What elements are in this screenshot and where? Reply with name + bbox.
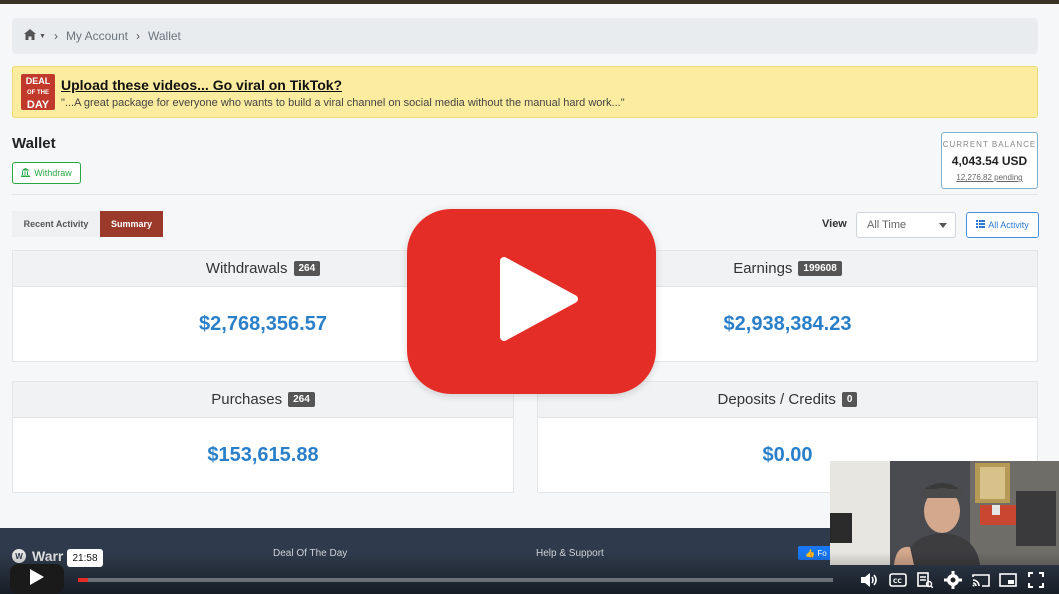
view-label: View — [822, 218, 847, 230]
chevron-right-icon: › — [135, 29, 140, 43]
miniplayer-icon[interactable] — [997, 569, 1019, 591]
card-title: Withdrawals — [205, 260, 288, 277]
video-duration-label: 21:58 — [67, 549, 103, 567]
play-icon — [484, 251, 580, 352]
deal-banner: DEAL OF THE DAY Upload these videos... G… — [12, 66, 1038, 118]
transcript-icon[interactable] — [914, 569, 936, 591]
count-badge: 264 — [293, 261, 321, 276]
webcam-person-image — [830, 461, 1059, 565]
breadcrumb-my-account[interactable]: My Account — [66, 29, 128, 43]
all-activity-label: All Activity — [988, 220, 1029, 230]
captions-icon[interactable]: CC — [887, 569, 909, 591]
count-badge: 264 — [288, 392, 315, 407]
progress-bar[interactable] — [78, 578, 833, 582]
play-icon — [30, 568, 44, 590]
deal-of-the-day-logo: DEAL OF THE DAY — [21, 74, 55, 111]
count-badge: 199608 — [798, 261, 842, 276]
card-value: $153,615.88 — [207, 443, 319, 466]
balance-pending-link[interactable]: 12,276.82 pending — [942, 173, 1037, 182]
fullscreen-icon[interactable] — [1025, 569, 1047, 591]
youtube-play-button[interactable] — [407, 209, 656, 394]
withdraw-label: Withdraw — [34, 168, 72, 178]
card-title: Purchases — [211, 391, 283, 408]
page-title: Wallet — [12, 135, 56, 152]
video-frame[interactable]: ▼ › My Account › Wallet DEAL OF THE DAY … — [0, 0, 1059, 594]
chevron-down-icon — [939, 219, 947, 231]
tab-summary[interactable]: Summary — [100, 211, 163, 237]
view-select-value: All Time — [867, 219, 907, 231]
webcam-overlay — [830, 461, 1059, 565]
cast-icon[interactable] — [970, 569, 992, 591]
card-title: Deposits / Credits — [717, 391, 836, 408]
player-play-button[interactable] — [10, 564, 64, 594]
withdraw-button[interactable]: Withdraw — [12, 162, 81, 184]
home-icon[interactable] — [24, 29, 36, 43]
player-control-icons: CC — [853, 566, 1053, 594]
card-title: Earnings — [733, 260, 793, 277]
count-badge: 0 — [841, 392, 858, 407]
all-activity-button[interactable]: All Activity — [966, 212, 1039, 238]
deal-logo-line: DEAL — [25, 76, 51, 86]
deal-logo-line: OF THE — [27, 90, 49, 96]
view-select[interactable]: All Time — [856, 212, 956, 238]
tab-recent-activity[interactable]: Recent Activity — [12, 211, 100, 237]
deal-description: "...A great package for everyone who wan… — [61, 97, 625, 109]
list-icon — [976, 220, 986, 230]
deal-title-link[interactable]: Upload these videos... Go viral on TikTo… — [61, 77, 342, 93]
svg-text:CC: CC — [893, 578, 902, 585]
purchases-card: Purchases 264 $153,615.88 — [12, 381, 514, 493]
deal-logo-line: DAY — [26, 99, 50, 111]
chevron-right-icon: › — [53, 29, 58, 43]
volume-icon[interactable] — [859, 569, 881, 591]
home-dropdown-icon[interactable]: ▼ — [39, 33, 46, 40]
balance-amount: 4,043.54 USD — [951, 154, 1028, 168]
breadcrumb-wallet: Wallet — [147, 29, 181, 43]
breadcrumb: ▼ › My Account › Wallet — [12, 18, 1038, 54]
bank-icon — [21, 167, 31, 179]
settings-icon[interactable] — [942, 569, 964, 591]
balance-label: CURRENT BALANCE — [942, 140, 1037, 149]
divider — [12, 194, 1038, 195]
current-balance-box: CURRENT BALANCE 4,043.54 USD 12,276.82 p… — [941, 132, 1038, 189]
progress-bar-played — [78, 578, 88, 582]
